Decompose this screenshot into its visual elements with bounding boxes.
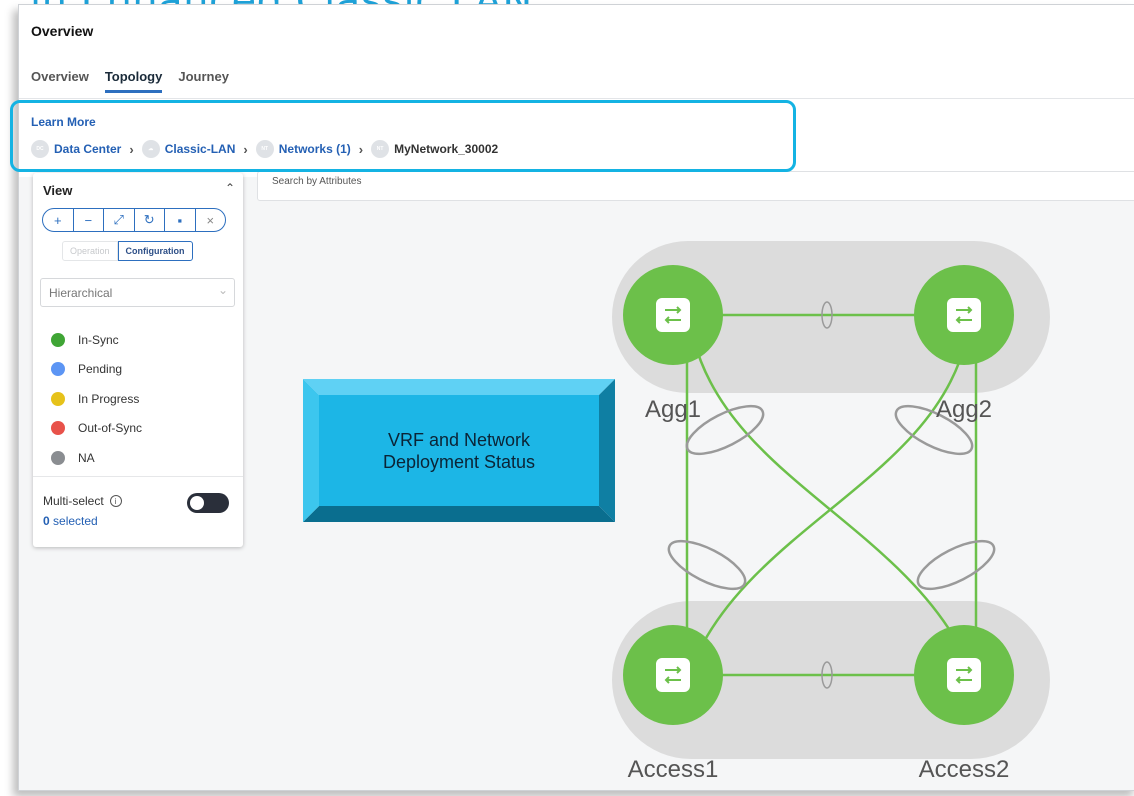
- switch-icon: [656, 658, 690, 692]
- legend-label: NA: [78, 450, 95, 465]
- multi-select-text: Multi-select: [43, 494, 104, 508]
- multi-select-toggle[interactable]: [187, 493, 229, 513]
- callout-box: VRF and Network Deployment Status: [303, 379, 615, 522]
- fit-screen-icon[interactable]: ⤢: [104, 209, 135, 231]
- legend-item-na: NA: [51, 443, 142, 473]
- legend-label: Pending: [78, 362, 123, 377]
- legend-item-in-progress: In Progress: [51, 384, 142, 414]
- port-channel-icon: [667, 539, 747, 591]
- status-legend: In-Sync Pending In Progress Out-of-Sync …: [51, 325, 142, 473]
- configuration-mode-button[interactable]: Configuration: [117, 241, 193, 261]
- view-toolbar: + − ⤢ ↻ ▪ ×: [42, 208, 226, 232]
- layout-select[interactable]: Hierarchical ⌄: [40, 278, 235, 307]
- node-agg2[interactable]: [914, 265, 1014, 365]
- callout-text: VRF and Network Deployment Status: [303, 429, 615, 473]
- view-panel-title: View: [43, 183, 73, 198]
- selected-count-suffix: selected: [49, 514, 98, 528]
- legend-label: In-Sync: [78, 332, 119, 347]
- node-agg1[interactable]: [623, 265, 723, 365]
- node-access1[interactable]: [623, 625, 723, 725]
- switch-icon: [656, 298, 690, 332]
- node-label-agg2: Agg2: [936, 396, 992, 423]
- node-label-access1: Access1: [628, 756, 719, 783]
- selected-count-value: 0: [43, 514, 50, 528]
- status-dot-icon: [51, 362, 65, 377]
- node-label-access2: Access2: [919, 756, 1010, 783]
- close-icon[interactable]: ×: [196, 209, 226, 231]
- port-channel-icon: [916, 539, 996, 591]
- zoom-out-icon[interactable]: −: [74, 209, 104, 231]
- info-icon[interactable]: i: [109, 495, 122, 507]
- toggle-knob: [190, 496, 204, 510]
- status-dot-icon: [51, 332, 65, 347]
- panel-divider: [33, 476, 243, 477]
- mode-toggle: Operation Configuration: [62, 241, 193, 261]
- slide: in Enhanced Classic LAN Overview Overvie…: [0, 0, 1134, 796]
- switch-icon: [947, 298, 981, 332]
- status-dot-icon: [51, 391, 65, 406]
- chevron-up-icon[interactable]: ⌃: [225, 181, 235, 195]
- save-icon[interactable]: ▪: [165, 209, 196, 231]
- chevron-down-icon: ⌄: [217, 283, 228, 297]
- node-access2[interactable]: [914, 625, 1014, 725]
- zoom-in-icon[interactable]: +: [43, 209, 74, 231]
- selected-count: 0 selected: [43, 514, 98, 528]
- status-dot-icon: [51, 450, 65, 465]
- legend-label: In Progress: [78, 391, 140, 406]
- layout-select-value: Hierarchical: [49, 286, 113, 300]
- callout-line-1: VRF and Network: [387, 430, 531, 450]
- breadcrumb-highlight-box: [10, 100, 796, 172]
- status-dot-icon: [51, 421, 65, 436]
- legend-item-pending: Pending: [51, 355, 142, 385]
- node-label-agg1: Agg1: [645, 396, 701, 423]
- view-panel: View ⌃ + − ⤢ ↻ ▪ × Operation Configurati…: [33, 173, 243, 547]
- operation-mode-button[interactable]: Operation: [62, 241, 118, 261]
- callout-line-2: Deployment Status: [382, 452, 536, 472]
- multi-select-label: Multi-select i: [43, 494, 122, 508]
- refresh-icon[interactable]: ↻: [135, 209, 165, 231]
- legend-item-out-of-sync: Out-of-Sync: [51, 414, 142, 444]
- legend-item-in-sync: In-Sync: [51, 325, 142, 355]
- legend-label: Out-of-Sync: [78, 421, 143, 436]
- switch-icon: [947, 658, 981, 692]
